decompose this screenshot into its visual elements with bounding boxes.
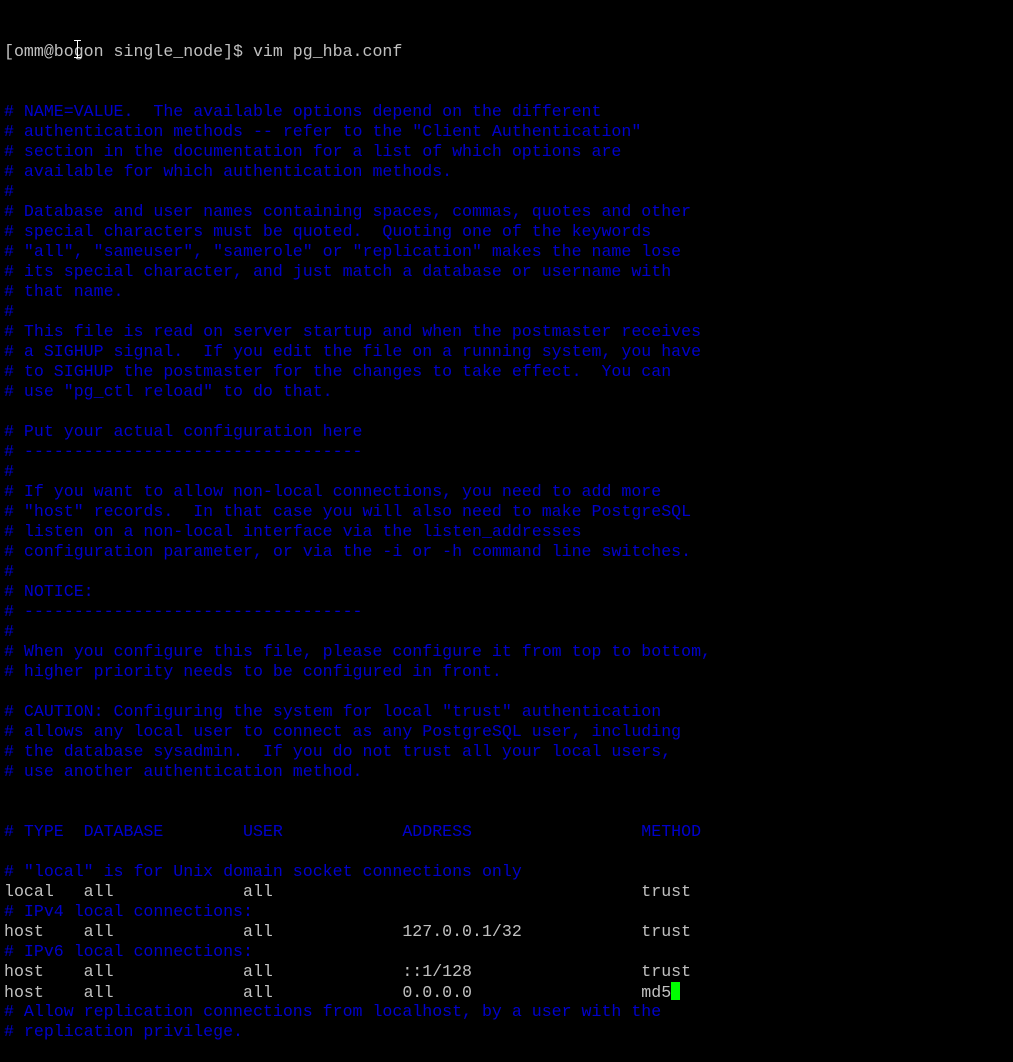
comment-line: # If you want to allow non-local connect… xyxy=(4,482,662,501)
comment-line: # IPv4 local connections: xyxy=(4,902,253,921)
comment-line: # that name. xyxy=(4,282,124,301)
comment-line: # xyxy=(4,562,14,581)
config-line: host all all 127.0.0.1/32 trust xyxy=(4,922,692,941)
comment-line: # configuration parameter, or via the -i… xyxy=(4,542,692,561)
vim-editor-buffer[interactable]: # NAME=VALUE. The available options depe… xyxy=(4,102,1009,1042)
comment-line: # "local" is for Unix domain socket conn… xyxy=(4,862,522,881)
comment-line: # the database sysadmin. If you do not t… xyxy=(4,742,672,761)
comment-line: # Allow replication connections from loc… xyxy=(4,1002,662,1021)
comment-line: # Database and user names containing spa… xyxy=(4,202,692,221)
comment-line: # xyxy=(4,302,14,321)
comment-line: # available for which authentication met… xyxy=(4,162,453,181)
config-line-active: host all all 0.0.0.0 md5 xyxy=(4,982,1009,1002)
comment-line: # replication privilege. xyxy=(4,1022,243,1041)
comment-line: # authentication methods -- refer to the… xyxy=(4,122,642,141)
comment-line: # allows any local user to connect as an… xyxy=(4,722,682,741)
comment-line: # special characters must be quoted. Quo… xyxy=(4,222,652,241)
comment-line: # This file is read on server startup an… xyxy=(4,322,702,341)
comment-line: # Put your actual configuration here xyxy=(4,422,363,441)
comment-line: # xyxy=(4,182,14,201)
vim-block-cursor xyxy=(671,982,681,1000)
comment-line: # CAUTION: Configuring the system for lo… xyxy=(4,702,662,721)
comment-line: # section in the documentation for a lis… xyxy=(4,142,622,161)
config-line: local all all trust xyxy=(4,882,692,901)
comment-line: # NOTICE: xyxy=(4,582,94,601)
text-cursor-ibeam-icon xyxy=(73,39,82,59)
comment-line: # its special character, and just match … xyxy=(4,262,672,281)
comment-line: # to SIGHUP the postmaster for the chang… xyxy=(4,362,672,381)
config-line: host all all ::1/128 trust xyxy=(4,962,692,981)
comment-line: # ---------------------------------- xyxy=(4,602,363,621)
comment-line: # xyxy=(4,622,14,641)
terminal-window[interactable]: [omm@bogon single_node]$ vim pg_hba.conf… xyxy=(4,2,1009,1062)
comment-line: # xyxy=(4,462,14,481)
config-line-text: host all all 0.0.0.0 md5 xyxy=(4,983,672,1002)
comment-line: # ---------------------------------- xyxy=(4,442,363,461)
comment-line: # When you configure this file, please c… xyxy=(4,642,712,661)
shell-prompt: [omm@bogon single_node]$ vim pg_hba.conf xyxy=(4,42,403,61)
comment-line: # TYPE DATABASE USER ADDRESS METHOD xyxy=(4,822,702,841)
comment-line: # NAME=VALUE. The available options depe… xyxy=(4,102,602,121)
comment-line: # listen on a non-local interface via th… xyxy=(4,522,582,541)
comment-line: # a SIGHUP signal. If you edit the file … xyxy=(4,342,702,361)
comment-line: # "all", "sameuser", "samerole" or "repl… xyxy=(4,242,682,261)
comment-line: # use "pg_ctl reload" to do that. xyxy=(4,382,333,401)
comment-line: # "host" records. In that case you will … xyxy=(4,502,692,521)
comment-line: # use another authentication method. xyxy=(4,762,363,781)
comment-line: # higher priority needs to be configured… xyxy=(4,662,502,681)
comment-line: # IPv6 local connections: xyxy=(4,942,253,961)
